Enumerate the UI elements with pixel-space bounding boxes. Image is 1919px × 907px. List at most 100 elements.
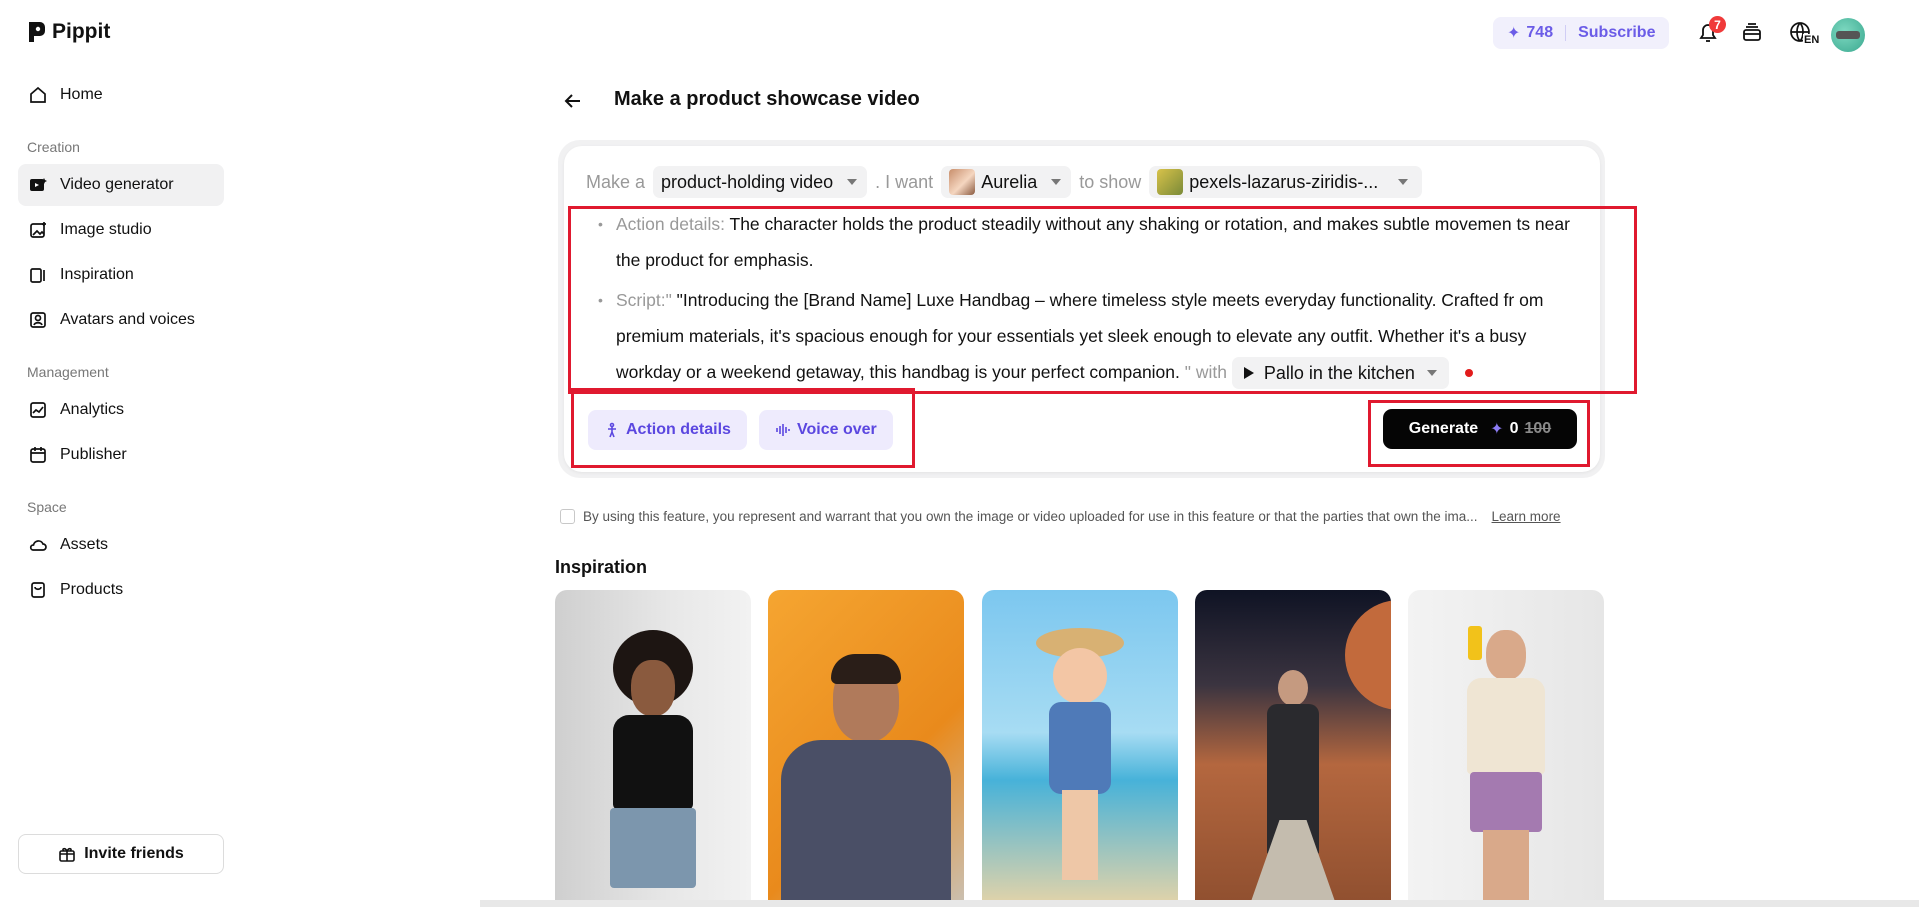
sparkle-icon: ✦ xyxy=(1490,421,1504,438)
avatar-thumbnail xyxy=(949,169,976,195)
pippit-logo-icon xyxy=(29,22,45,42)
sidebar-item-assets[interactable]: Assets xyxy=(18,524,224,566)
sidebar-item-analytics[interactable]: Analytics xyxy=(18,389,224,431)
sidebar-item-label: Avatars and voices xyxy=(60,311,195,328)
action-details-text[interactable]: The character holds the product steadily… xyxy=(616,214,1570,270)
figure-legs xyxy=(1483,830,1529,907)
figure-shirt xyxy=(1467,678,1545,774)
avatar-name: Aurelia xyxy=(981,171,1038,192)
figure-legs xyxy=(1062,790,1098,880)
cloud-icon xyxy=(29,540,47,551)
inspiration-thumbnail[interactable] xyxy=(555,590,751,907)
sidebar-item-label: Home xyxy=(60,86,103,103)
sidebar-item-video-generator[interactable]: Video generator xyxy=(18,164,224,206)
voice-over-label: Voice over xyxy=(797,421,877,438)
sparkle-icon: ✦ xyxy=(1507,25,1521,42)
sidebar-item-products[interactable]: Products xyxy=(18,569,224,611)
inspiration-icon xyxy=(30,268,45,283)
sidebar-item-label: Publisher xyxy=(60,446,127,463)
language-button[interactable]: EN xyxy=(1783,18,1821,48)
voice-name: Pallo in the kitchen xyxy=(1263,363,1415,384)
planet xyxy=(1345,600,1391,710)
image-studio-icon xyxy=(30,222,46,238)
sidebar-item-image-studio[interactable]: Image studio xyxy=(18,209,224,251)
product-thumbnail xyxy=(1157,169,1184,195)
section-label-space: Space xyxy=(27,499,67,515)
inspiration-title: Inspiration xyxy=(555,557,648,577)
user-avatar[interactable] xyxy=(1831,18,1865,52)
script-close: " with xyxy=(1179,362,1227,382)
sidebar-item-avatars-voices[interactable]: Avatars and voices xyxy=(18,299,224,341)
learn-more-link[interactable]: Learn more xyxy=(1492,509,1561,524)
sidebar-item-inspiration[interactable]: Inspiration xyxy=(18,254,224,296)
consent-checkbox[interactable] xyxy=(560,509,575,524)
prompt-sentence: Make a product-holding video . I want Au… xyxy=(586,166,1430,198)
caret-down-icon xyxy=(847,179,858,185)
figure-shorts xyxy=(610,808,696,888)
generate-button[interactable]: Generate ✦ 0 100 xyxy=(1383,409,1577,449)
notifications-button[interactable]: 7 xyxy=(1693,16,1726,48)
calendar-icon xyxy=(30,447,46,463)
analytics-icon xyxy=(30,402,46,418)
subscribe-link[interactable]: Subscribe xyxy=(1578,24,1655,42)
voice-select[interactable]: Pallo in the kitchen xyxy=(1231,357,1449,390)
person-action-icon xyxy=(608,422,616,438)
sidebar-item-label: Inspiration xyxy=(60,266,134,283)
sidebar-item-publisher[interactable]: Publisher xyxy=(18,434,224,476)
home-icon xyxy=(30,86,46,103)
sidebar-item-label: Video generator xyxy=(60,176,174,193)
back-arrow-icon[interactable] xyxy=(560,88,586,114)
figure-head xyxy=(631,660,675,716)
voice-over-button[interactable]: Voice over xyxy=(759,410,893,450)
script-block[interactable]: • Script:" "Introducing the [Brand Name]… xyxy=(598,282,1582,390)
sidebar-item-home[interactable]: Home xyxy=(18,74,224,116)
recording-dot-icon xyxy=(1464,369,1473,378)
action-details-button[interactable]: Action details xyxy=(588,410,747,450)
inspiration-thumbnail[interactable] xyxy=(1195,590,1391,907)
product-select[interactable]: pexels-lazarus-ziridis-... xyxy=(1149,166,1423,198)
bullet: • xyxy=(598,292,603,308)
sidebar-item-label: Products xyxy=(60,581,124,598)
figure-shorts xyxy=(1470,772,1542,832)
sidebar-item-label: Assets xyxy=(60,536,109,553)
figure-shirt xyxy=(781,740,951,907)
credits-panel[interactable]: ✦ 748 Subscribe xyxy=(1493,17,1670,49)
action-details-label: Action details: xyxy=(616,214,725,234)
billing-button[interactable] xyxy=(1737,18,1767,48)
product-bottle xyxy=(1468,626,1482,660)
figure-head xyxy=(1278,670,1308,706)
play-icon[interactable] xyxy=(1243,367,1254,380)
app-logo[interactable]: Pippit xyxy=(26,20,110,44)
caret-down-icon xyxy=(1398,179,1409,185)
notification-badge: 7 xyxy=(1709,16,1726,33)
figure-head xyxy=(1053,648,1107,704)
inspiration-thumbnail[interactable] xyxy=(1408,590,1604,907)
figure-top xyxy=(613,715,693,810)
section-label-management: Management xyxy=(27,364,109,380)
waveform-icon xyxy=(776,424,790,436)
caret-down-icon xyxy=(1426,370,1437,377)
figure-head xyxy=(1486,630,1526,680)
product-name: pexels-lazarus-ziridis-... xyxy=(1189,171,1379,192)
page-title: Make a product showcase video xyxy=(614,88,920,110)
invite-friends-button[interactable]: Invite friends xyxy=(18,834,224,874)
invite-friends-label: Invite friends xyxy=(84,845,184,862)
action-details-label: Action details xyxy=(626,421,731,438)
video-type-value: product-holding video xyxy=(661,171,834,192)
avatar-select[interactable]: Aurelia xyxy=(941,166,1072,198)
credits-count: 748 xyxy=(1526,24,1554,41)
avatar-voice-icon xyxy=(30,312,46,328)
consent-row: By using this feature, you represent and… xyxy=(560,509,1561,524)
video-type-select[interactable]: product-holding video xyxy=(653,166,868,198)
inspiration-thumbnail[interactable] xyxy=(982,590,1178,907)
generate-cost: 0 xyxy=(1509,420,1519,437)
figure-hair xyxy=(831,654,901,684)
prompt-i-want: . I want xyxy=(875,171,934,192)
language-code: EN xyxy=(1803,34,1821,46)
inspiration-thumbnail[interactable] xyxy=(768,590,964,907)
caret-down-icon xyxy=(1051,179,1062,185)
prompt-to-show: to show xyxy=(1079,171,1142,192)
action-details-block[interactable]: • Action details: The character holds th… xyxy=(598,206,1582,278)
bullet: • xyxy=(598,216,603,232)
horizontal-scrollbar[interactable] xyxy=(480,900,1919,907)
